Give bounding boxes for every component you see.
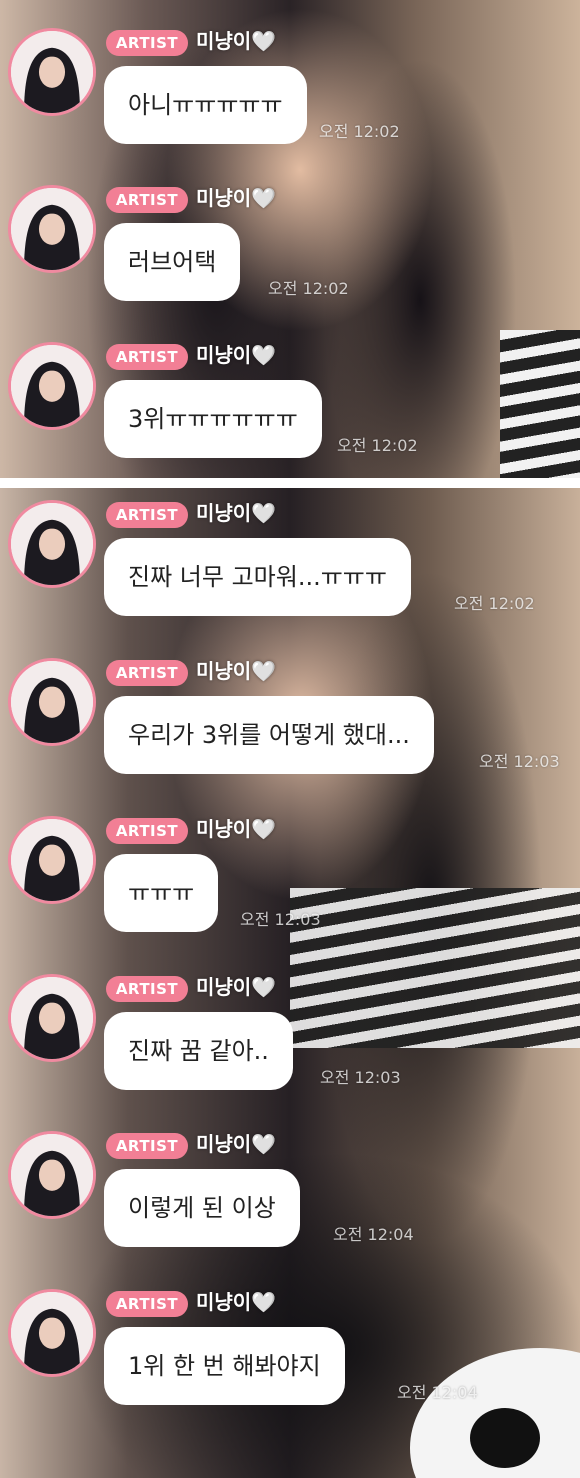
artist-avatar[interactable] [8, 1131, 96, 1219]
artist-badge: ARTIST [106, 30, 188, 56]
message-timestamp: 오전 12:02 [337, 436, 418, 455]
message-bubble: 진짜 너무 고마워...ㅠㅠㅠ [104, 538, 411, 616]
chat-message: ARTIST 미냥이🤍 진짜 꿈 같아.. 오전 12:03 [0, 974, 580, 1124]
artist-badge: ARTIST [106, 187, 188, 213]
chat-message: ARTIST 미냥이🤍 아니ㅠㅠㅠㅠㅠ 오전 12:02 [0, 28, 580, 178]
message-timestamp: 오전 12:03 [240, 910, 321, 929]
artist-avatar[interactable] [8, 342, 96, 430]
artist-badge: ARTIST [106, 502, 188, 528]
chat-message: ARTIST 미냥이🤍 우리가 3위를 어떻게 했대... 오전 12:03 [0, 658, 580, 808]
artist-avatar[interactable] [8, 816, 96, 904]
artist-badge: ARTIST [106, 1291, 188, 1317]
artist-badge: ARTIST [106, 976, 188, 1002]
chat-panel-2: ARTIST 미냥이🤍 진짜 너무 고마워...ㅠㅠㅠ 오전 12:02 ART… [0, 488, 580, 1478]
sender-name: 미냥이🤍 [196, 501, 277, 525]
message-bubble: 러브어택 [104, 223, 241, 301]
message-bubble: 1위 한 번 해봐야지 [104, 1327, 345, 1405]
chat-message: ARTIST 미냥이🤍 3위ㅠㅠㅠㅠㅠㅠ 오전 12:02 [0, 342, 580, 478]
sender-name: 미냥이🤍 [196, 817, 277, 841]
artist-avatar[interactable] [8, 500, 96, 588]
chat-panel-1: ARTIST 미냥이🤍 아니ㅠㅠㅠㅠㅠ 오전 12:02 ARTIST 미냥이🤍… [0, 0, 580, 478]
sender-name: 미냥이🤍 [196, 1290, 277, 1314]
artist-avatar[interactable] [8, 658, 96, 746]
chat-message: ARTIST 미냥이🤍 ㅠㅠㅠ 오전 12:03 [0, 816, 580, 966]
chat-message: ARTIST 미냥이🤍 1위 한 번 해봐야지 오전 12:04 [0, 1289, 580, 1439]
artist-badge: ARTIST [106, 1133, 188, 1159]
message-timestamp: 오전 12:04 [397, 1383, 478, 1402]
message-timestamp: 오전 12:03 [320, 1068, 401, 1087]
chat-message: ARTIST 미냥이🤍 진짜 너무 고마워...ㅠㅠㅠ 오전 12:02 [0, 500, 580, 650]
artist-badge: ARTIST [106, 344, 188, 370]
message-timestamp: 오전 12:02 [454, 594, 535, 613]
artist-avatar[interactable] [8, 1289, 96, 1377]
sender-name: 미냥이🤍 [196, 343, 277, 367]
message-bubble: 3위ㅠㅠㅠㅠㅠㅠ [104, 380, 322, 458]
sender-name: 미냥이🤍 [196, 1132, 277, 1156]
artist-avatar[interactable] [8, 185, 96, 273]
message-timestamp: 오전 12:02 [319, 122, 400, 141]
message-bubble: 이렇게 된 이상 [104, 1169, 300, 1247]
message-timestamp: 오전 12:03 [479, 752, 560, 771]
artist-avatar[interactable] [8, 974, 96, 1062]
message-bubble: 진짜 꿈 같아.. [104, 1012, 293, 1090]
chat-message: ARTIST 미냥이🤍 러브어택 오전 12:02 [0, 185, 580, 335]
sender-name: 미냥이🤍 [196, 186, 277, 210]
message-timestamp: 오전 12:04 [333, 1225, 414, 1244]
sender-name: 미냥이🤍 [196, 29, 277, 53]
artist-badge: ARTIST [106, 660, 188, 686]
chat-message: ARTIST 미냥이🤍 이렇게 된 이상 오전 12:04 [0, 1131, 580, 1281]
message-bubble: 우리가 3위를 어떻게 했대... [104, 696, 434, 774]
message-timestamp: 오전 12:02 [268, 279, 349, 298]
message-bubble: ㅠㅠㅠ [104, 854, 219, 932]
artist-badge: ARTIST [106, 818, 188, 844]
artist-avatar[interactable] [8, 28, 96, 116]
sender-name: 미냥이🤍 [196, 659, 277, 683]
message-bubble: 아니ㅠㅠㅠㅠㅠ [104, 66, 307, 144]
sender-name: 미냥이🤍 [196, 975, 277, 999]
